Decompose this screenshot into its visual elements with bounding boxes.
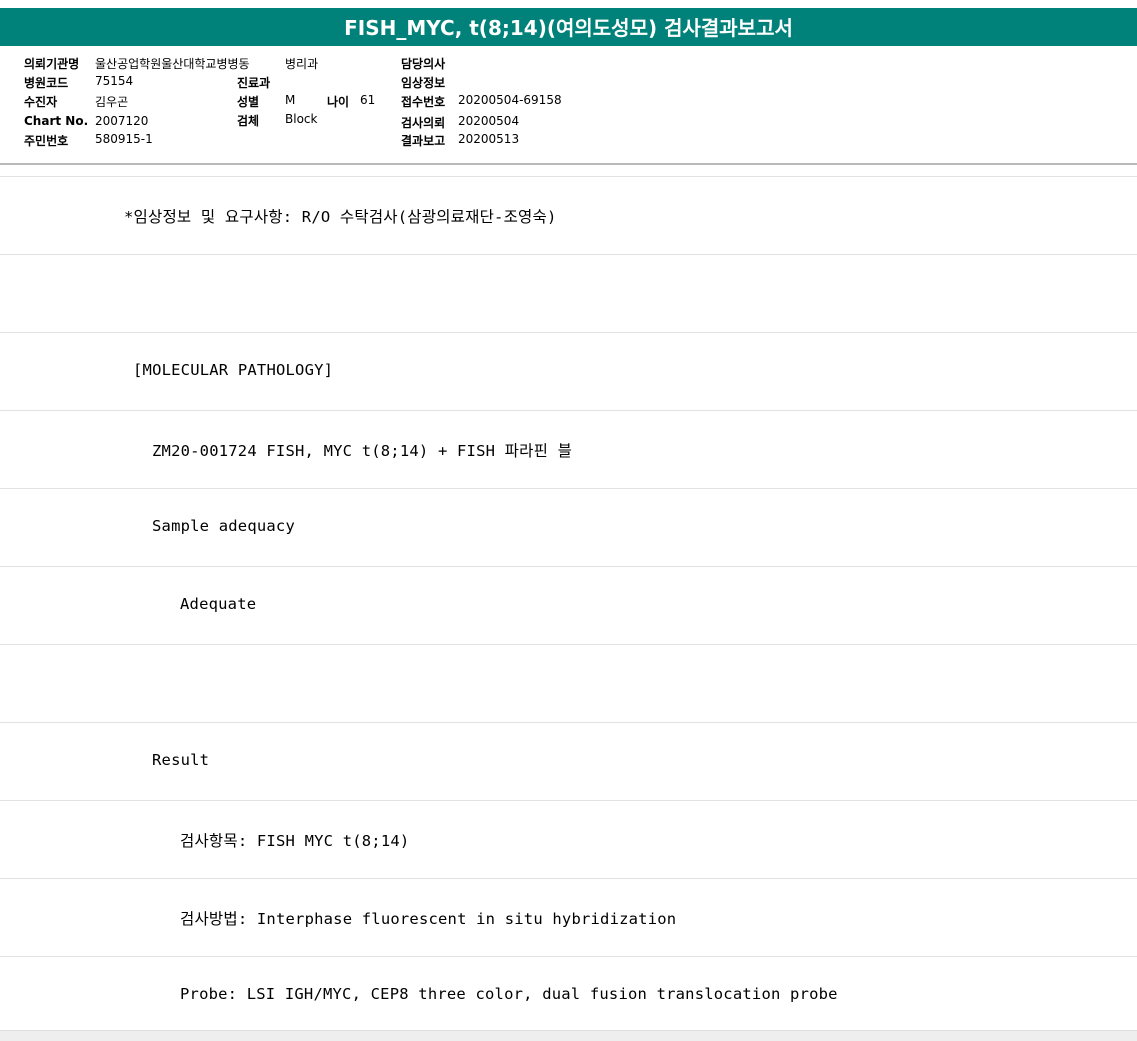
specimen-label: 검체	[237, 114, 260, 128]
receipt-no-label: 접수번호	[401, 95, 446, 109]
report-line: Probe: LSI IGH/MYC, CEP8 three color, du…	[0, 957, 1137, 1035]
resident-no-label: 주민번호	[24, 134, 69, 148]
header-divider	[0, 163, 1137, 165]
examinee-label: 수진자	[24, 95, 58, 109]
clinical-request-text: *임상정보 및 요구사항: R/O 수탁검사(삼광의료재단-조영숙)	[124, 208, 557, 226]
sample-adequacy-heading: Sample adequacy	[152, 517, 295, 535]
report-line: [MOLECULAR PATHOLOGY]	[0, 333, 1137, 411]
report-line: ZM20-001724 FISH, MYC t(8;14) + FISH 파라핀…	[0, 411, 1137, 489]
test-method-line: 검사방법: Interphase fluorescent in situ hyb…	[180, 910, 677, 928]
department-label: 진료과	[237, 76, 271, 90]
result-heading: Result	[152, 751, 210, 769]
patient-info-panel: 의뢰기관명 울산공업학원울산대학교병병동 병리과 담당의사 병원코드 75154…	[0, 48, 1137, 164]
report-label: 결과보고	[401, 134, 446, 148]
doctor-label: 담당의사	[401, 57, 446, 71]
probe-line: Probe: LSI IGH/MYC, CEP8 three color, du…	[180, 985, 838, 1003]
institution-value: 울산공업학원울산대학교병병동	[95, 57, 250, 71]
hospital-code-value: 75154	[95, 74, 134, 88]
sex-label: 성별	[237, 95, 260, 109]
clinical-info-label: 임상정보	[401, 76, 446, 90]
test-code-line: ZM20-001724 FISH, MYC t(8;14) + FISH 파라핀…	[152, 442, 573, 460]
test-item-line: 검사항목: FISH MYC t(8;14)	[180, 832, 410, 850]
specimen-value: Block	[285, 112, 318, 126]
horizontal-scroll-area[interactable]	[0, 1030, 1137, 1041]
report-line: 검사항목: FISH MYC t(8;14)	[0, 801, 1137, 879]
ward-value: 병리과	[285, 57, 319, 71]
report-line: Result	[0, 723, 1137, 801]
section-heading: [MOLECULAR PATHOLOGY]	[133, 361, 334, 379]
receipt-no-value: 20200504-69158	[458, 93, 562, 107]
report-line: Adequate	[0, 567, 1137, 645]
report-line	[0, 255, 1137, 333]
hospital-code-label: 병원코드	[24, 76, 69, 90]
resident-no-value: 580915-1	[95, 132, 153, 146]
request-label: 검사의뢰	[401, 116, 446, 130]
report-value: 20200513	[458, 132, 520, 146]
report-line	[0, 645, 1137, 723]
sex-value: M	[285, 93, 296, 107]
report-body: *임상정보 및 요구사항: R/O 수탁검사(삼광의료재단-조영숙) [MOLE…	[0, 177, 1137, 1035]
age-value: 61	[360, 93, 376, 107]
report-line: Sample adequacy	[0, 489, 1137, 567]
report-title: FISH_MYC, t(8;14)(여의도성모) 검사결과보고서	[0, 8, 1137, 46]
report-line: 검사방법: Interphase fluorescent in situ hyb…	[0, 879, 1137, 957]
chart-no-value: 2007120	[95, 114, 149, 128]
request-value: 20200504	[458, 114, 520, 128]
chart-no-label: Chart No.	[24, 114, 89, 128]
sample-adequacy-value: Adequate	[180, 595, 257, 613]
examinee-value: 김우곤	[95, 95, 129, 109]
age-label: 나이	[327, 95, 350, 109]
report-line: *임상정보 및 요구사항: R/O 수탁검사(삼광의료재단-조영숙)	[0, 177, 1137, 255]
institution-label: 의뢰기관명	[24, 57, 80, 71]
